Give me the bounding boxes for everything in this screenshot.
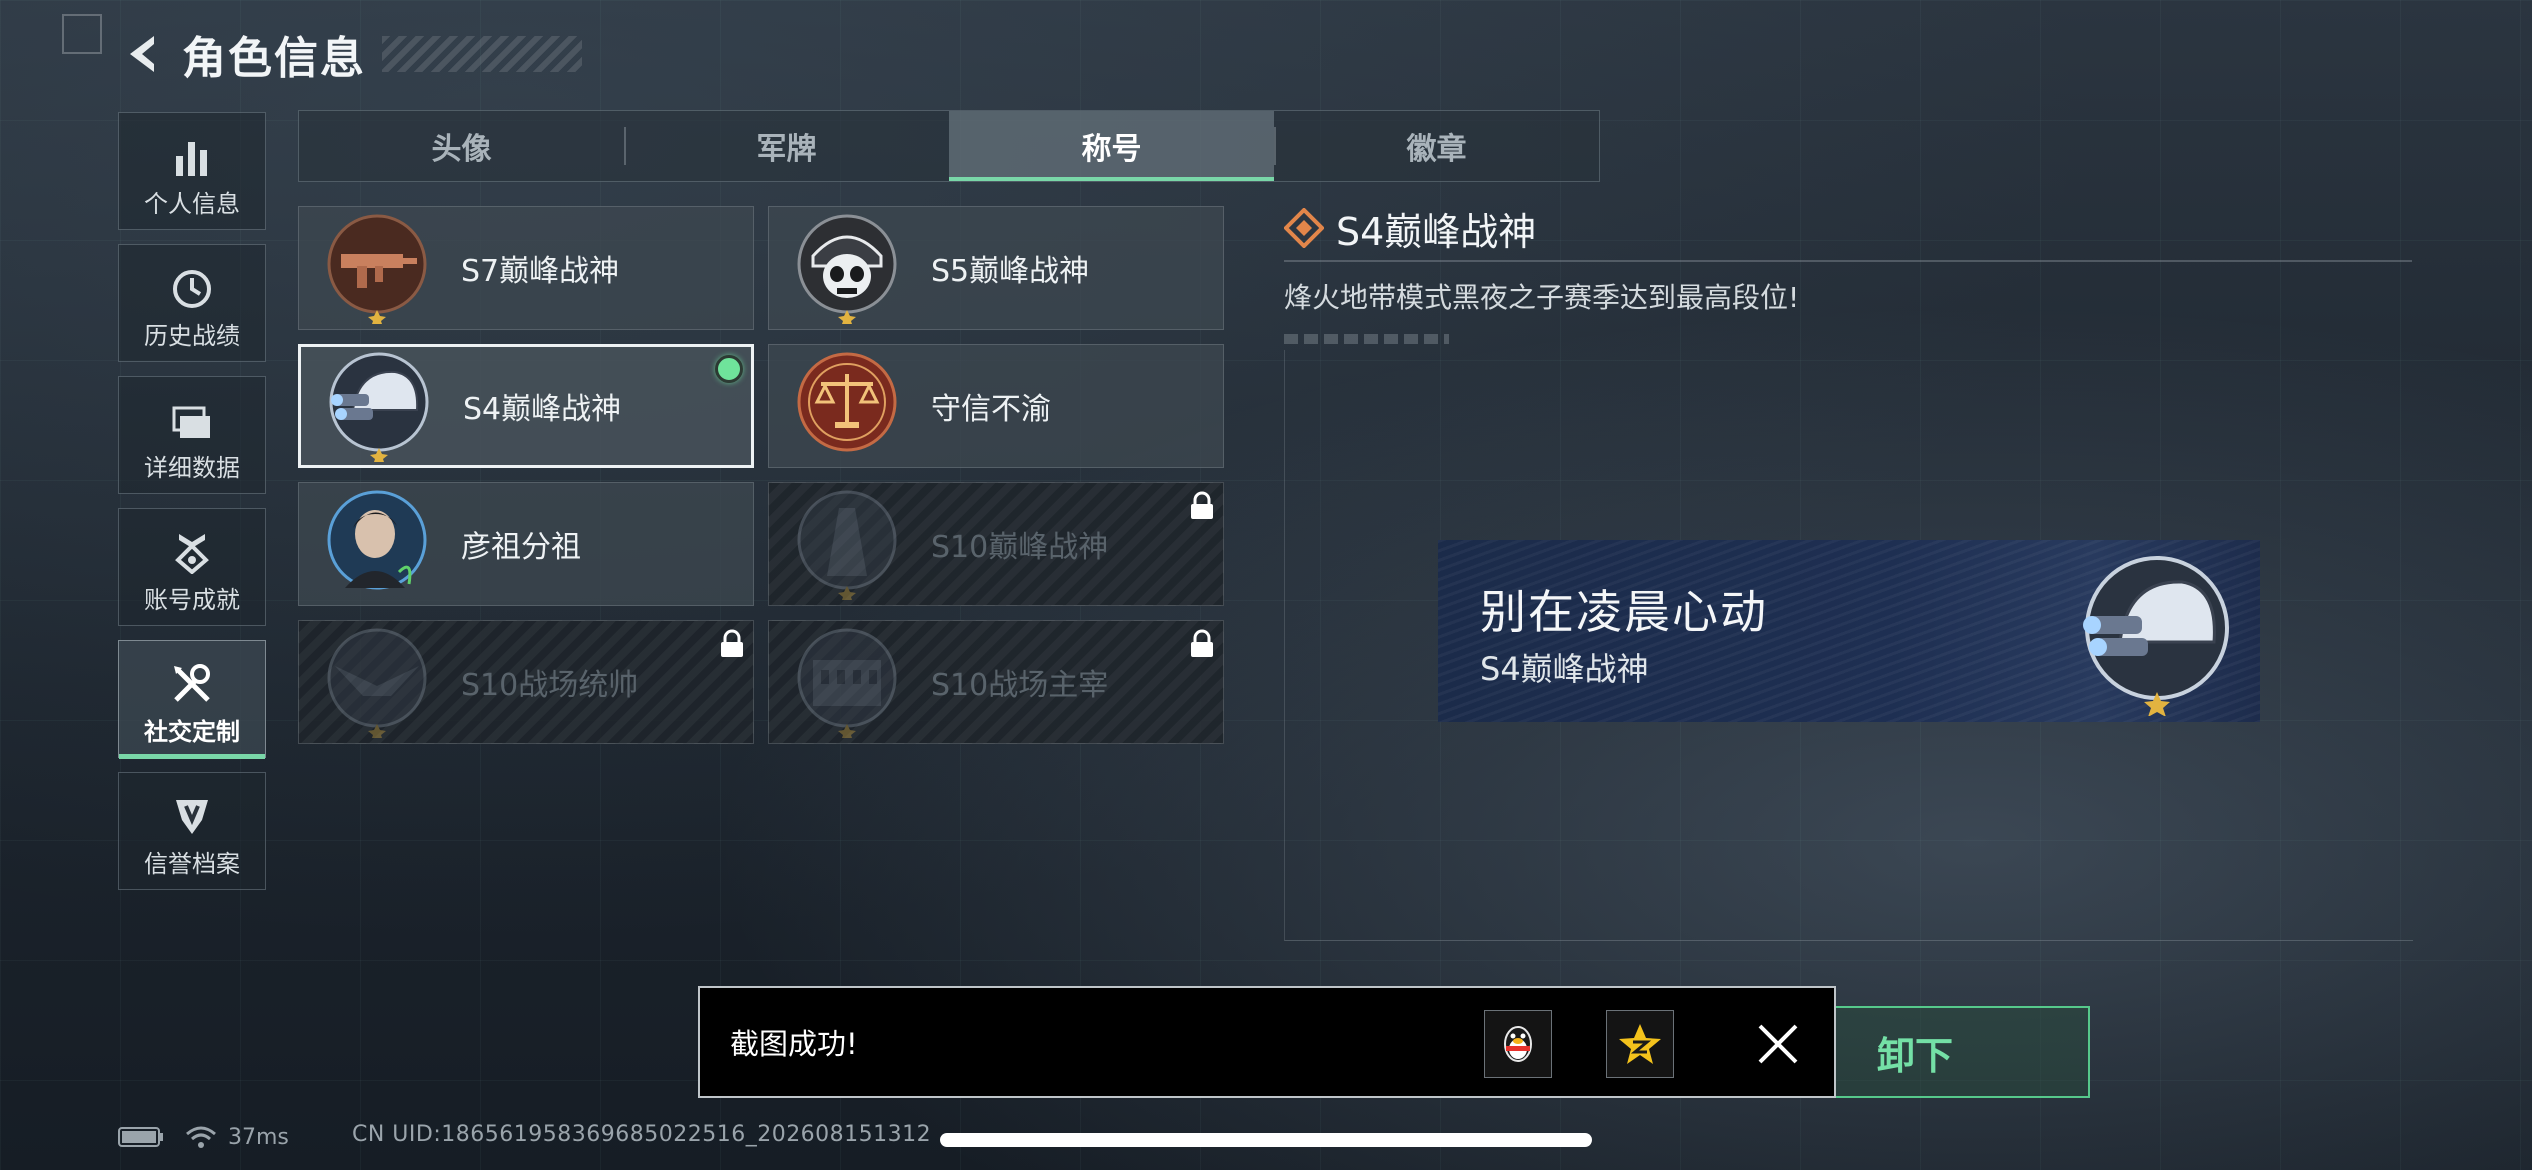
nightvision-helmet-badge-icon xyxy=(2083,556,2229,716)
title-stripe-decoration xyxy=(382,36,582,72)
tab-avatar[interactable]: 头像 xyxy=(299,111,624,181)
tab-title[interactable]: 称号 xyxy=(949,111,1274,181)
title-name: S5巅峰战神 xyxy=(931,254,1090,289)
uid-text: CN UID:186561958369685022516_20260815131… xyxy=(352,1122,932,1147)
title-name: S10巅峰战神 xyxy=(931,530,1109,565)
preview-title: S4巅峰战神 xyxy=(1480,650,1649,688)
title-card-s10-commander[interactable]: S10战场统帅 xyxy=(298,620,754,744)
toast-message: 截图成功! xyxy=(730,1027,858,1061)
detail-description: 烽火地带模式黑夜之子赛季达到最高段位! xyxy=(1284,280,1800,314)
sidebar-item-label: 详细数据 xyxy=(144,453,240,482)
history-clock-icon xyxy=(171,256,213,310)
status-bar: 37ms xyxy=(118,1120,289,1154)
bar-chart-icon xyxy=(172,124,212,178)
detail-header: S4巅峰战神 xyxy=(1284,200,2412,256)
page-header: 角色信息 xyxy=(118,22,582,86)
detail-title: S4巅峰战神 xyxy=(1336,209,1537,254)
title-card-s10-dominator[interactable]: S10战场主宰 xyxy=(768,620,1224,744)
title-name: S7巅峰战神 xyxy=(461,254,620,289)
tower-badge-icon xyxy=(791,488,903,603)
ping-value: 37ms xyxy=(228,1124,289,1150)
title-name: S4巅峰战神 xyxy=(463,392,622,427)
lock-icon xyxy=(1191,629,1213,657)
share-qq-button[interactable] xyxy=(1484,1010,1552,1078)
title-card-s7[interactable]: S7巅峰战神 xyxy=(298,206,754,330)
corner-decoration xyxy=(62,14,102,54)
close-icon xyxy=(1758,1024,1798,1064)
sidebar-item-personal-info[interactable]: 个人信息 xyxy=(118,112,266,230)
sidebar-item-achievements[interactable]: 账号成就 xyxy=(118,508,266,626)
lock-icon xyxy=(721,629,743,657)
home-indicator[interactable] xyxy=(940,1133,1592,1147)
title-card-trustworthy[interactable]: 守信不渝 xyxy=(768,344,1224,468)
title-card-s10-god[interactable]: S10巅峰战神 xyxy=(768,482,1224,606)
screenshot-toast: 截图成功! xyxy=(698,986,1836,1098)
blurred-subtext xyxy=(1284,333,1449,344)
eagle-badge-icon xyxy=(321,626,433,741)
sidebar-item-label: 信誉档案 xyxy=(144,849,240,878)
sidebar-item-social-custom[interactable]: 社交定制 xyxy=(118,640,266,759)
achievement-icon xyxy=(171,520,213,574)
title-card-s4[interactable]: S4巅峰战神 xyxy=(298,344,754,468)
wifi-icon xyxy=(186,1126,216,1148)
toast-close-button[interactable] xyxy=(1750,1016,1806,1072)
title-preview-banner: 别在凌晨心动 S4巅峰战神 xyxy=(1438,540,2260,722)
sidebar-item-label: 账号成就 xyxy=(144,585,240,614)
diamond-icon xyxy=(1284,208,1324,248)
sidebar-item-detailed-data[interactable]: 详细数据 xyxy=(118,376,266,494)
nightvision-helmet-badge-icon xyxy=(323,350,435,465)
page-title: 角色信息 xyxy=(182,33,366,84)
title-list: S7巅峰战神 S5巅峰战神 S4巅峰战神 守信不渝 彦祖分祖 S10巅峰战神 S… xyxy=(298,206,1224,744)
back-button[interactable] xyxy=(118,28,170,80)
qq-penguin-icon xyxy=(1504,1026,1532,1062)
share-qzone-button[interactable] xyxy=(1606,1010,1674,1078)
skull-helmet-badge-icon xyxy=(791,212,903,327)
category-tabs: 头像 军牌 称号 徽章 xyxy=(298,110,1600,182)
sidebar-item-label: 历史战绩 xyxy=(144,321,240,350)
back-arrow-icon xyxy=(130,36,154,72)
rifle-badge-icon xyxy=(321,212,433,327)
equipped-indicator xyxy=(715,355,743,383)
title-name: S10战场统帅 xyxy=(461,668,639,703)
battery-icon xyxy=(118,1127,163,1147)
scales-badge-icon xyxy=(791,350,903,462)
folder-icon xyxy=(170,388,214,442)
qzone-star-icon xyxy=(1619,1024,1661,1064)
sidebar-item-credit[interactable]: 信誉档案 xyxy=(118,772,266,890)
title-detail-panel: S4巅峰战神 烽火地带模式黑夜之子赛季达到最高段位! xyxy=(1284,200,2412,344)
portrait-badge-icon xyxy=(321,488,433,600)
sidebar: 个人信息 历史战绩 详细数据 账号成就 社交定制 信誉档案 xyxy=(118,112,266,904)
sidebar-item-history[interactable]: 历史战绩 xyxy=(118,244,266,362)
title-name: S10战场主宰 xyxy=(931,668,1109,703)
colosseum-badge-icon xyxy=(791,626,903,741)
sidebar-item-label: 社交定制 xyxy=(144,717,240,746)
sidebar-item-label: 个人信息 xyxy=(144,189,240,218)
title-card-yanzu[interactable]: 彦祖分祖 xyxy=(298,482,754,606)
lock-icon xyxy=(1191,491,1213,519)
credit-shield-icon xyxy=(172,784,212,838)
preview-player-name: 别在凌晨心动 xyxy=(1480,585,1768,639)
divider xyxy=(1284,260,2412,262)
tools-icon xyxy=(170,652,214,706)
title-card-s5[interactable]: S5巅峰战神 xyxy=(768,206,1224,330)
tab-dogtag[interactable]: 军牌 xyxy=(624,111,949,181)
title-name: 彦祖分祖 xyxy=(461,530,581,565)
tab-badge[interactable]: 徽章 xyxy=(1274,111,1599,181)
title-name: 守信不渝 xyxy=(931,392,1051,427)
